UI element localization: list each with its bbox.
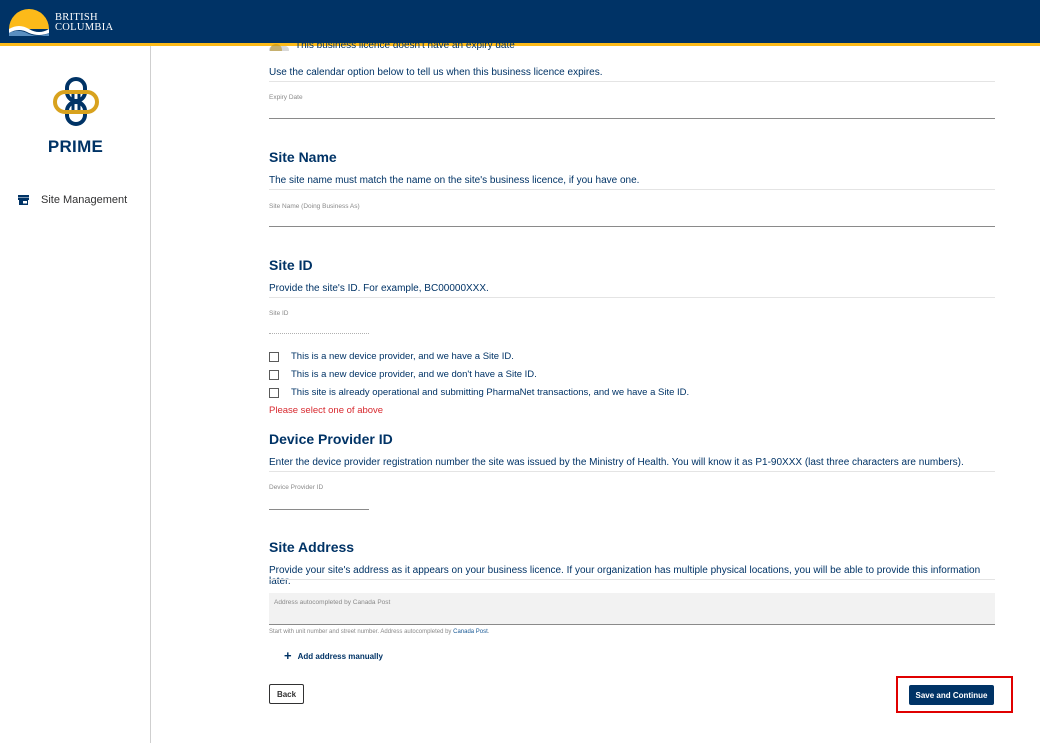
checkbox-label: This is a new device provider, and we do… — [291, 369, 537, 380]
site-address-hint: Provide your site's address as it appear… — [269, 565, 981, 587]
checkbox[interactable] — [269, 369, 279, 380]
divider — [269, 297, 995, 298]
expiry-date-input[interactable] — [269, 118, 995, 119]
plus-icon: + — [284, 648, 292, 663]
address-help-text: Start with unit number and street number… — [269, 629, 489, 635]
address-autocomplete-input[interactable]: Address autocompleted by Canada Post — [269, 593, 995, 625]
checkbox-label: This site is already operational and sub… — [291, 387, 690, 398]
expiry-toggle-row[interactable]: This business licence doesn't have an ex… — [269, 43, 569, 51]
checkbox[interactable] — [269, 351, 279, 362]
divider — [269, 189, 995, 190]
site-id-heading: Site ID — [269, 257, 313, 273]
site-id-label: Site ID — [269, 310, 289, 317]
back-button[interactable]: Back — [269, 684, 304, 704]
app-name: PRIME — [47, 137, 104, 156]
canada-post-link[interactable]: Canada Post — [453, 629, 488, 635]
sidebar-item-label: Site Management — [41, 194, 128, 206]
site-address-heading: Site Address — [269, 539, 355, 555]
site-id-input[interactable] — [269, 333, 369, 334]
address-help-prefix: Start with unit number and street number… — [269, 629, 454, 635]
expiry-date-label: Expiry Date — [269, 94, 303, 101]
device-provider-hint: Enter the device provider registration n… — [269, 457, 964, 468]
bc-logo[interactable]: BRITISH COLUMBIA — [7, 7, 127, 39]
bc-sun-icon — [9, 9, 49, 36]
expiry-hint: Use the calendar option below to tell us… — [269, 67, 603, 78]
add-address-label: Add address manually — [297, 651, 383, 661]
site-name-label: Site Name (Doing Business As) — [269, 203, 360, 210]
device-provider-label: Device Provider ID — [269, 484, 324, 491]
toggle-knob — [270, 44, 282, 51]
sidebar: PRIME Site Management — [0, 46, 151, 743]
logo-line-2: COLUMBIA — [55, 22, 114, 33]
top-bar: BRITISH COLUMBIA — [0, 0, 1040, 46]
site-name-heading: Site Name — [269, 149, 337, 165]
sidebar-item-site-management[interactable]: Site Management — [18, 194, 127, 206]
address-help-suffix: . — [487, 629, 490, 635]
site-name-input[interactable] — [269, 226, 995, 227]
checkbox[interactable] — [269, 387, 279, 398]
prime-logo-icon — [52, 76, 100, 133]
device-provider-input[interactable] — [269, 509, 369, 510]
divider — [269, 471, 995, 472]
checkbox-new-provider-no-id[interactable]: This is a new device provider, and we do… — [269, 369, 537, 380]
device-provider-heading: Device Provider ID — [269, 431, 393, 447]
save-and-continue-button[interactable]: Save and Continue — [909, 685, 994, 705]
site-id-hint: Provide the site's ID. For example, BC00… — [269, 283, 489, 294]
expiry-toggle-label: This business licence doesn't have an ex… — [295, 43, 515, 51]
site-id-error: Please select one of above — [269, 405, 384, 416]
add-address-manually-button[interactable]: + Add address manually — [284, 648, 383, 663]
address-placeholder: Address autocompleted by Canada Post — [274, 599, 391, 606]
storefront-icon — [18, 195, 29, 205]
expiry-toggle[interactable] — [269, 44, 289, 51]
divider — [269, 81, 995, 82]
site-name-hint: The site name must match the name on the… — [269, 175, 640, 186]
checkbox-label: This is a new device provider, and we ha… — [291, 351, 514, 362]
checkbox-new-provider-with-id[interactable]: This is a new device provider, and we ha… — [269, 351, 514, 362]
checkbox-operational-with-id[interactable]: This site is already operational and sub… — [269, 387, 689, 398]
divider — [269, 579, 995, 580]
